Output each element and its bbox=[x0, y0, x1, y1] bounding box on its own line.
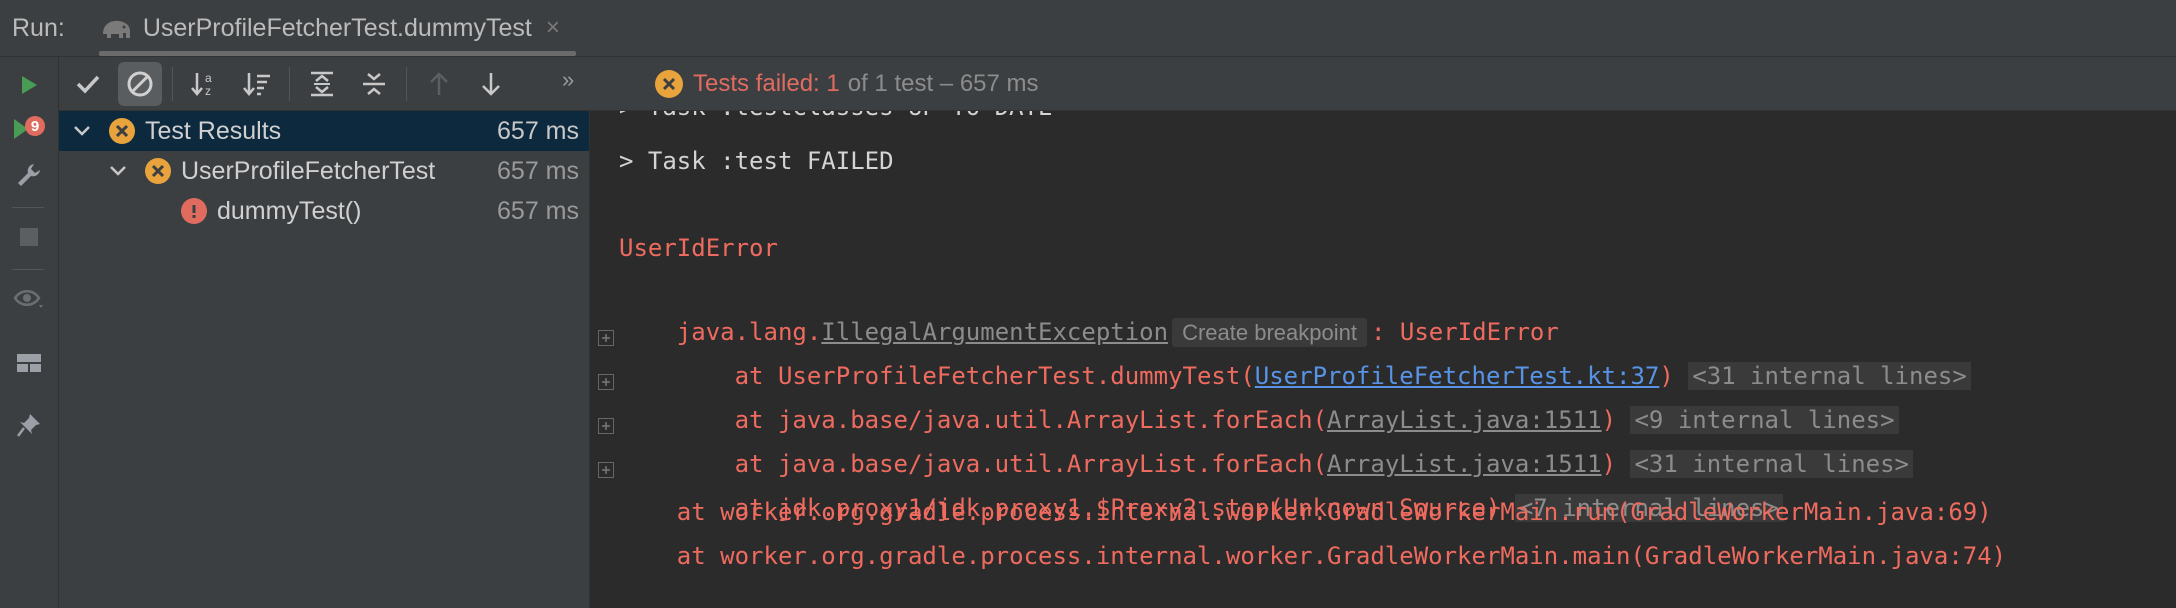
status-summary-text: of 1 test – 657 ms bbox=[847, 69, 1039, 97]
run-titlebar: Run: UserProfileFetcherTest.dummyTest × bbox=[0, 0, 2176, 57]
run-label: Run: bbox=[12, 13, 65, 42]
tree-item-duration: 657 ms bbox=[497, 196, 579, 225]
stack-frame: at java.base/java.util.ArrayList.forEach… bbox=[619, 360, 1899, 434]
console-line: > Task :testClasses UP-TO-DATE bbox=[619, 111, 1052, 127]
error-icon bbox=[181, 198, 207, 224]
chevron-down-icon[interactable] bbox=[106, 159, 130, 183]
svg-text:z: z bbox=[205, 84, 211, 98]
stack-frame: at jdk.proxy1/jdk.proxy1.$Proxy2.stop(Un… bbox=[619, 448, 1783, 522]
left-toolbar: 9 bbox=[0, 57, 59, 608]
tree-item-label: dummyTest() bbox=[217, 196, 362, 225]
stop-icon[interactable] bbox=[0, 215, 58, 259]
test-status-summary: Tests failed: 1 of 1 test – 657 ms bbox=[655, 57, 1039, 110]
rerun-icon[interactable] bbox=[0, 63, 58, 107]
test-results-tree: Test Results 657 ms UserProfileFetcherTe… bbox=[59, 111, 590, 608]
tab-run-config[interactable]: UserProfileFetcherTest.dummyTest × bbox=[98, 0, 576, 56]
expand-all-icon[interactable] bbox=[300, 62, 344, 106]
tab-close-icon[interactable]: × bbox=[546, 14, 560, 42]
exception-line: java.lang.IllegalArgumentException Create… bbox=[676, 318, 1559, 347]
svg-text:9: 9 bbox=[31, 118, 39, 135]
stack-frame: at worker.org.gradle.process.internal.wo… bbox=[619, 498, 1992, 526]
gradle-elephant-icon bbox=[99, 14, 135, 42]
collapse-all-icon[interactable] bbox=[352, 62, 396, 106]
show-ignored-icon[interactable] bbox=[118, 62, 162, 106]
console-output[interactable]: > Task :testClasses UP-TO-DATE > Task :t… bbox=[591, 111, 2176, 608]
sort-alpha-icon[interactable]: az bbox=[183, 62, 227, 106]
pin-icon[interactable] bbox=[0, 403, 58, 447]
fold-expand-icon[interactable] bbox=[598, 330, 614, 346]
failed-status-icon bbox=[655, 69, 683, 98]
layout-icon[interactable] bbox=[0, 341, 58, 385]
tree-item-label: Test Results bbox=[145, 116, 282, 145]
fold-expand-icon[interactable] bbox=[598, 418, 614, 434]
fold-expand-icon[interactable] bbox=[598, 462, 614, 478]
stack-frame: at worker.org.gradle.process.internal.wo… bbox=[619, 542, 2007, 570]
svg-text:a: a bbox=[205, 71, 212, 85]
sort-duration-icon[interactable] bbox=[235, 62, 279, 106]
more-actions-icon[interactable]: » bbox=[562, 67, 574, 93]
wrench-icon[interactable] bbox=[0, 153, 58, 197]
tree-item-test-method[interactable]: dummyTest() 657 ms bbox=[59, 191, 589, 231]
error-title: UserIdError bbox=[619, 234, 778, 262]
tree-item-label: UserProfileFetcherTest bbox=[181, 156, 436, 185]
stack-frame: at java.base/java.util.ArrayList.forEach… bbox=[619, 404, 1914, 478]
test-runner-toolbar: az » Tests failed: 1 of 1 test – 657 ms bbox=[59, 57, 2176, 111]
tree-item-test-results[interactable]: Test Results 657 ms bbox=[59, 111, 589, 151]
tab-title: UserProfileFetcherTest.dummyTest bbox=[142, 13, 532, 42]
show-passed-icon[interactable] bbox=[66, 62, 110, 106]
prev-failed-icon[interactable] bbox=[417, 62, 461, 106]
stack-frame: at UserProfileFetcherTest.dummyTest(User… bbox=[619, 316, 1971, 390]
tree-item-duration: 657 ms bbox=[497, 156, 579, 185]
next-failed-icon[interactable] bbox=[469, 62, 513, 106]
console-line: > Task :test FAILED bbox=[619, 147, 894, 175]
rerun-failed-icon[interactable]: 9 bbox=[0, 107, 58, 151]
failed-suite-icon bbox=[109, 118, 135, 144]
status-failed-text: Tests failed: 1 bbox=[693, 69, 840, 97]
tree-item-duration: 657 ms bbox=[497, 116, 579, 145]
fold-expand-icon[interactable] bbox=[598, 374, 614, 390]
tree-item-test-class[interactable]: UserProfileFetcherTest 657 ms bbox=[59, 151, 589, 191]
chevron-down-icon[interactable] bbox=[70, 119, 94, 143]
eye-icon[interactable] bbox=[0, 277, 58, 321]
failed-class-icon bbox=[145, 158, 171, 184]
